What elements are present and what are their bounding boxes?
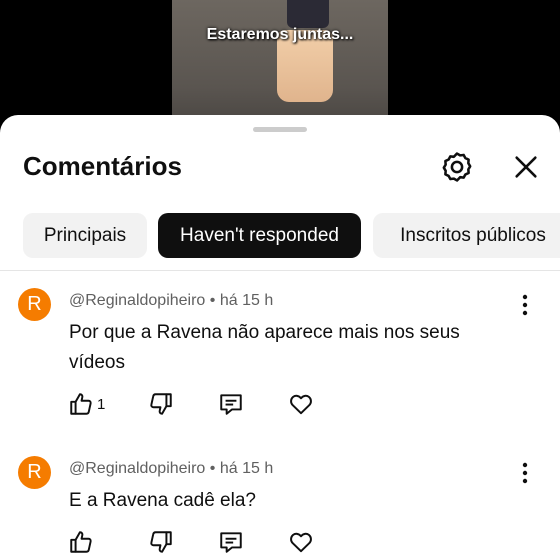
dislike-icon[interactable] (148, 529, 174, 555)
reply-icon[interactable] (218, 391, 244, 417)
meta-separator: • (209, 460, 216, 477)
divider (0, 270, 560, 271)
avatar[interactable]: R (18, 288, 51, 321)
avatar[interactable]: R (18, 456, 51, 489)
like-count: 1 (97, 396, 106, 413)
filter-chips: Principais Haven't responded Inscritos p… (0, 213, 560, 259)
chip-principais[interactable]: Principais (23, 213, 147, 258)
more-icon[interactable] (520, 462, 530, 484)
comments-panel: Comentários Principais Haven't responded… (0, 115, 560, 560)
comment-actions (68, 529, 328, 557)
chip-havent-responded[interactable]: Haven't responded (158, 213, 361, 258)
heart-icon[interactable] (288, 529, 314, 555)
chip-inscritos-publicos[interactable]: Inscritos públicos (373, 213, 560, 258)
comment-actions: 1 (68, 391, 328, 419)
meta-separator: • (209, 292, 216, 309)
comment-meta: @Reginaldopiheiro • há 15 h (69, 460, 273, 478)
more-icon[interactable] (520, 294, 530, 316)
settings-icon[interactable] (440, 150, 474, 184)
heart-icon[interactable] (288, 391, 314, 417)
comment-time: há 15 h (219, 292, 274, 309)
video-frame: Estaremos juntas... (172, 0, 388, 125)
comment-text: Por que a Ravena não aparece mais nos se… (69, 322, 460, 373)
comment-meta: @Reginaldopiheiro • há 15 h (69, 292, 273, 310)
video-caption: Estaremos juntas... (206, 26, 354, 43)
dislike-icon[interactable] (148, 391, 174, 417)
close-icon[interactable] (512, 153, 540, 181)
comment-text: E a Ravena cadê ela? (69, 490, 256, 511)
character-top (287, 0, 329, 28)
drag-handle[interactable] (253, 127, 307, 132)
like-icon[interactable] (68, 391, 94, 417)
comment-author[interactable]: @Reginaldopiheiro (69, 460, 205, 477)
comment-author[interactable]: @Reginaldopiheiro (69, 292, 205, 309)
comment-time: há 15 h (219, 460, 274, 477)
like-icon[interactable] (68, 529, 94, 555)
video-player[interactable]: Estaremos juntas... (0, 0, 560, 125)
reply-icon[interactable] (218, 529, 244, 555)
panel-title: Comentários (23, 151, 182, 181)
